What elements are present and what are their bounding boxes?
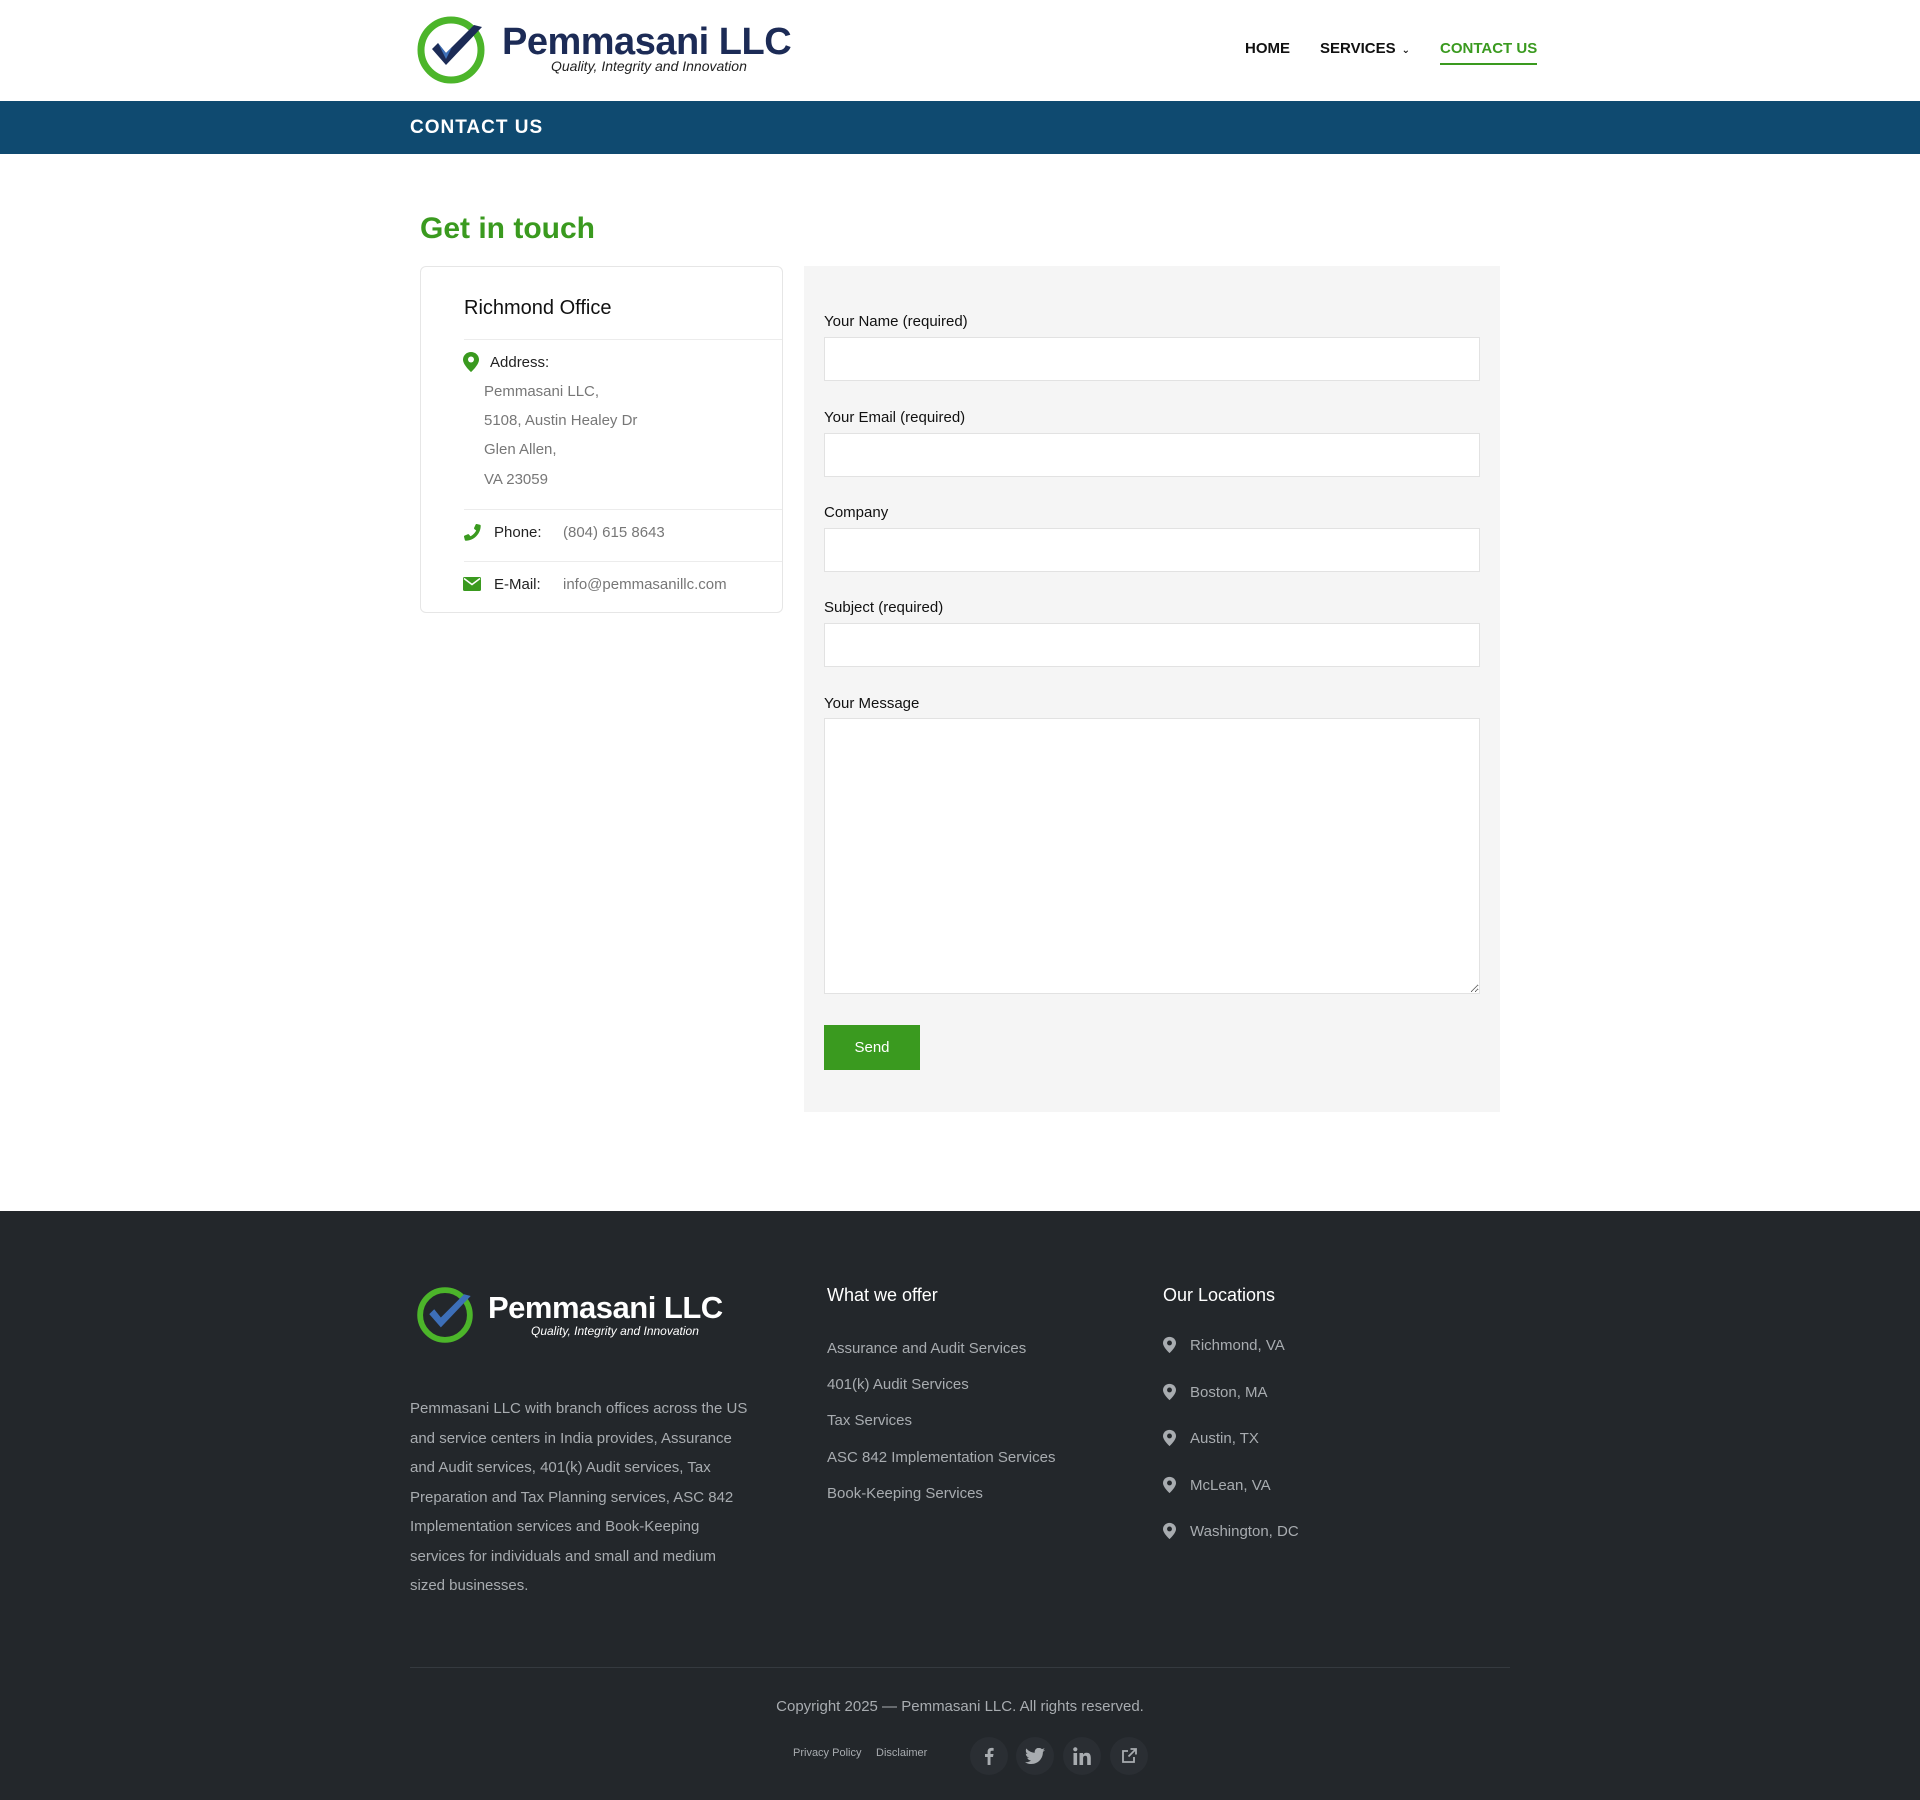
map-pin-icon — [1163, 1429, 1176, 1447]
name-label: Your Name (required) — [824, 313, 968, 330]
brand-tagline: Quality, Integrity and Innovation — [551, 58, 747, 74]
location-name: Washington, DC — [1190, 1523, 1299, 1540]
map-pin-icon — [1163, 1476, 1176, 1494]
location-name: Boston, MA — [1190, 1384, 1268, 1401]
divider — [464, 509, 782, 510]
footer-about-text: Pemmasani LLC with branch offices across… — [410, 1400, 748, 1594]
copyright-text: Copyright 2025 — Pemmasani LLC. All righ… — [776, 1698, 1144, 1715]
nav-services-label: SERVICES — [1320, 40, 1396, 57]
linkedin-link[interactable] — [1063, 1737, 1101, 1775]
phone-value[interactable]: (804) 615 8643 — [563, 524, 665, 541]
site-logo[interactable]: Pemmasani LLC Quality, Integrity and Inn… — [416, 15, 792, 85]
disclaimer-link[interactable]: Disclaimer — [876, 1747, 927, 1759]
site-header: Pemmasani LLC Quality, Integrity and Inn… — [0, 0, 1920, 101]
nav-home[interactable]: HOME — [1245, 40, 1290, 57]
offer-link[interactable]: 401(k) Audit Services — [827, 1376, 969, 1393]
main-nav: HOME SERVICES ⌄ CONTACT US — [1245, 40, 1567, 65]
office-title: Richmond Office — [464, 297, 612, 319]
subject-input[interactable] — [824, 623, 1480, 667]
footer-brand-name: Pemmasani LLC — [488, 1290, 723, 1325]
offer-link[interactable]: ASC 842 Implementation Services — [827, 1449, 1055, 1466]
location-name: Richmond, VA — [1190, 1337, 1285, 1354]
offer-link[interactable]: Book-Keeping Services — [827, 1485, 983, 1502]
contact-form: Your Name (required) Your Email (require… — [804, 266, 1500, 1112]
map-pin-icon — [1163, 1383, 1176, 1401]
email-input[interactable] — [824, 433, 1480, 477]
offer-link[interactable]: Assurance and Audit Services — [827, 1340, 1026, 1357]
locations-column-title: Our Locations — [1163, 1285, 1276, 1305]
divider — [464, 339, 782, 340]
message-label: Your Message — [824, 695, 920, 712]
map-pin-icon — [463, 352, 479, 372]
chevron-down-icon: ⌄ — [1401, 45, 1410, 56]
footer-divider — [410, 1667, 1510, 1668]
footer-brand-tagline: Quality, Integrity and Innovation — [531, 1324, 699, 1338]
company-label: Company — [824, 504, 889, 521]
phone-label: Phone: — [494, 524, 542, 541]
external-link[interactable] — [1110, 1737, 1148, 1775]
email-field-label: Your Email (required) — [824, 409, 966, 426]
office-card: Richmond Office Address: Pemmasani LLC, … — [420, 266, 783, 613]
company-input[interactable] — [824, 528, 1480, 572]
location-name: McLean, VA — [1190, 1477, 1271, 1494]
map-pin-icon — [1163, 1336, 1176, 1354]
phone-icon — [463, 523, 481, 541]
offer-column-title: What we offer — [827, 1285, 938, 1305]
checkmark-logo-icon — [417, 16, 485, 84]
name-input[interactable] — [824, 337, 1480, 381]
nav-services[interactable]: SERVICES ⌄ — [1320, 40, 1410, 57]
privacy-policy-link[interactable]: Privacy Policy — [793, 1747, 861, 1759]
section-title: Get in touch — [420, 212, 595, 245]
facebook-icon — [985, 1747, 994, 1765]
checkmark-logo-icon — [417, 1287, 473, 1343]
site-footer: Pemmasani LLC Quality, Integrity and Inn… — [0, 1211, 1920, 1800]
email-value[interactable]: info@pemmasanillc.com — [563, 576, 727, 593]
divider — [464, 561, 782, 562]
twitter-link[interactable] — [1016, 1737, 1054, 1775]
address-line: Pemmasani LLC, — [484, 383, 600, 400]
page-title: CONTACT US — [410, 117, 544, 138]
subject-label: Subject (required) — [824, 599, 944, 616]
message-textarea[interactable] — [824, 718, 1480, 994]
external-link-icon — [1122, 1748, 1137, 1763]
email-label: E-Mail: — [494, 576, 541, 593]
facebook-link[interactable] — [970, 1737, 1008, 1775]
address-label: Address: — [490, 354, 550, 371]
offer-link[interactable]: Tax Services — [827, 1412, 912, 1429]
page-title-bar: CONTACT US — [0, 101, 1920, 154]
location-name: Austin, TX — [1190, 1430, 1259, 1447]
nav-contact-us[interactable]: CONTACT US — [1439, 40, 1538, 65]
send-button[interactable]: Send — [824, 1025, 920, 1070]
address-line: VA 23059 — [484, 471, 548, 488]
footer-logo[interactable]: Pemmasani LLC Quality, Integrity and Inn… — [416, 1286, 736, 1346]
map-pin-icon — [1163, 1522, 1176, 1540]
address-line: Glen Allen, — [484, 441, 557, 458]
envelope-icon — [463, 577, 481, 591]
twitter-icon — [1025, 1748, 1045, 1764]
linkedin-icon — [1073, 1747, 1091, 1765]
address-line: 5108, Austin Healey Dr — [484, 412, 638, 429]
